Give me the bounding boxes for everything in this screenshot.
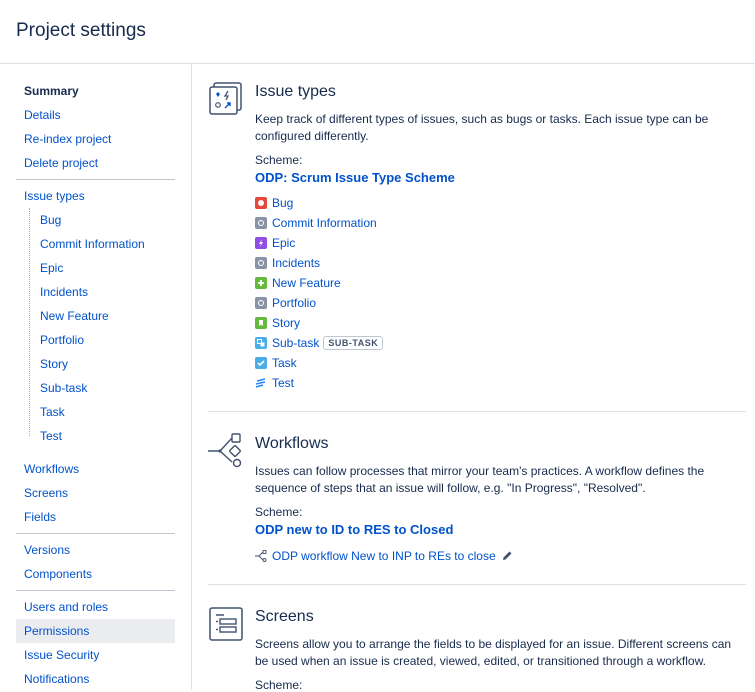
- issue-type-bug[interactable]: Bug: [255, 193, 293, 213]
- story-icon: [255, 317, 267, 329]
- generic-type-icon: [255, 297, 267, 309]
- issue-types-description: Keep track of different types of issues,…: [255, 112, 709, 143]
- epic-icon: [255, 237, 267, 249]
- sidebar-item-components[interactable]: Components: [16, 562, 175, 586]
- issue-type-label: Portfolio: [272, 296, 317, 310]
- subtask-icon: [255, 337, 267, 349]
- sidebar-item-permissions[interactable]: Permissions: [16, 619, 175, 643]
- issue-type-label: Bug: [272, 196, 294, 210]
- page-header: Project settings: [0, 0, 755, 64]
- issue-type-label: Commit Information: [272, 216, 377, 230]
- bug-icon: [255, 197, 267, 209]
- issue-type-label: Incidents: [272, 256, 321, 270]
- sidebar-item-delete[interactable]: Delete project: [16, 151, 175, 175]
- settings-main: Issue types Keep track of different type…: [208, 64, 746, 692]
- issue-type-label: Task: [272, 356, 297, 370]
- new-feature-icon: [255, 277, 267, 289]
- issue-type-epic[interactable]: Epic: [255, 233, 295, 253]
- issue-type-test[interactable]: Test: [255, 373, 294, 393]
- sidebar-divider: [16, 179, 175, 180]
- issue-type-label: Sub-task: [272, 336, 320, 350]
- sidebar-item-issue-security[interactable]: Issue Security: [16, 643, 175, 667]
- sidebar-item-story[interactable]: Story: [32, 352, 175, 376]
- project-settings-sidebar: Summary Details Re-index project Delete …: [0, 64, 192, 690]
- page-title: Project settings: [16, 20, 146, 41]
- generic-type-icon: [255, 217, 267, 229]
- sidebar-item-sub-task[interactable]: Sub-task: [32, 376, 175, 400]
- sidebar-item-users-roles[interactable]: Users and roles: [16, 595, 175, 619]
- issue-type-label: Story: [272, 316, 301, 330]
- sidebar-item-commit-information[interactable]: Commit Information: [32, 232, 175, 256]
- issue-type-commit-information[interactable]: Commit Information: [255, 213, 377, 233]
- issue-type-task[interactable]: Task: [255, 353, 297, 373]
- issue-type-sub-task[interactable]: Sub-task SUB-TASK: [255, 333, 384, 353]
- issue-types-icon: [209, 82, 242, 115]
- sidebar-item-workflows[interactable]: Workflows: [16, 457, 175, 481]
- issue-type-label: Test: [272, 376, 295, 390]
- sidebar-item-issue-types[interactable]: Issue types: [16, 184, 175, 208]
- sidebar-item-details[interactable]: Details: [16, 103, 175, 127]
- edit-pencil-icon[interactable]: [501, 550, 513, 562]
- screens-description: Screens allow you to arrange the fields …: [255, 637, 732, 668]
- workflows-description: Issues can follow processes that mirror …: [255, 464, 705, 495]
- test-icon: [255, 377, 267, 389]
- sidebar-item-task[interactable]: Task: [32, 400, 175, 424]
- sidebar-item-reindex[interactable]: Re-index project: [16, 127, 175, 151]
- subtask-badge: SUB-TASK: [323, 336, 384, 350]
- screens-icon: [209, 607, 243, 641]
- generic-type-icon: [255, 257, 267, 269]
- sidebar-item-summary[interactable]: Summary: [16, 79, 175, 103]
- sidebar-item-bug[interactable]: Bug: [32, 208, 175, 232]
- small-workflow-icon: [255, 550, 267, 562]
- workflow-link[interactable]: ODP workflow New to INP to REs to close: [255, 546, 513, 566]
- workflows-scheme-label: Scheme:: [255, 505, 303, 519]
- workflow-scheme-link[interactable]: ODP new to ID to RES to Closed: [255, 522, 453, 537]
- section-divider: [208, 411, 746, 412]
- issue-type-label: New Feature: [272, 276, 341, 290]
- sidebar-divider: [16, 533, 175, 534]
- issue-types-scheme-label: Scheme:: [255, 153, 303, 167]
- sidebar-item-test[interactable]: Test: [32, 424, 175, 448]
- workflow-link-label: ODP workflow New to INP to REs to close: [272, 549, 496, 563]
- sidebar-item-screens[interactable]: Screens: [16, 481, 175, 505]
- sidebar-item-epic[interactable]: Epic: [32, 256, 175, 280]
- issue-type-scheme-link[interactable]: ODP: Scrum Issue Type Scheme: [255, 170, 455, 185]
- issue-types-title: Issue types: [255, 83, 336, 100]
- sidebar-item-versions[interactable]: Versions: [16, 538, 175, 562]
- screens-title: Screens: [255, 608, 314, 625]
- section-divider: [208, 584, 746, 585]
- issue-type-portfolio[interactable]: Portfolio: [255, 293, 316, 313]
- issue-type-new-feature[interactable]: New Feature: [255, 273, 341, 293]
- sidebar-item-portfolio[interactable]: Portfolio: [32, 328, 175, 352]
- issue-type-incidents[interactable]: Incidents: [255, 253, 320, 273]
- sidebar-item-fields[interactable]: Fields: [16, 505, 175, 529]
- sidebar-item-notifications[interactable]: Notifications: [16, 667, 175, 691]
- tree-line: [29, 208, 31, 436]
- sidebar-item-incidents[interactable]: Incidents: [32, 280, 175, 304]
- issue-type-label: Epic: [272, 236, 296, 250]
- sidebar-divider: [16, 590, 175, 591]
- issue-type-story[interactable]: Story: [255, 313, 300, 333]
- workflows-title: Workflows: [255, 435, 329, 452]
- task-icon: [255, 357, 267, 369]
- workflow-icon: [208, 433, 242, 468]
- sidebar-item-new-feature[interactable]: New Feature: [32, 304, 175, 328]
